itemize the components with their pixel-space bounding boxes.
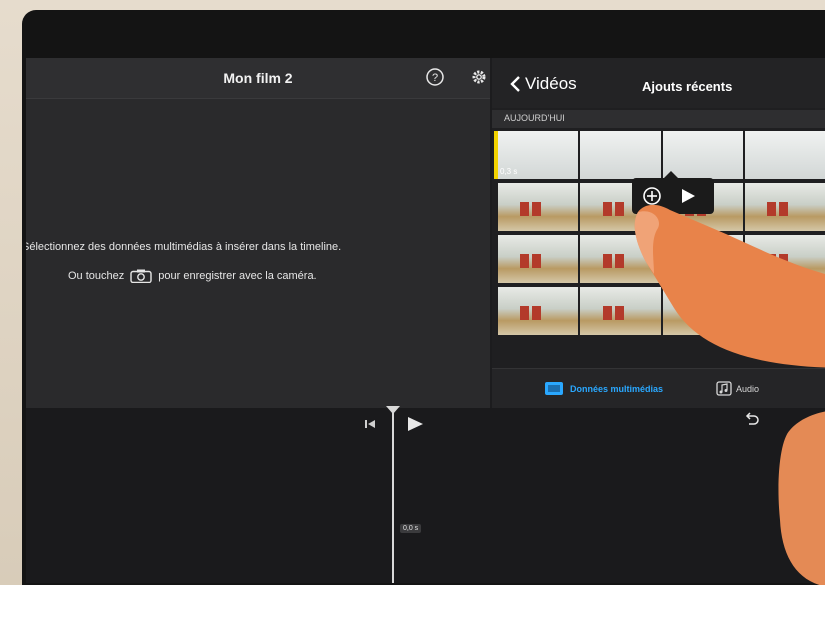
clip-thumbnail[interactable] [744,131,825,179]
clip-thumbnail[interactable] [498,235,579,283]
project-title: Mon film 2 [223,70,293,86]
photo-background: Mon film 2 ? Sélectionnez des données mu… [0,0,825,585]
back-button[interactable]: Vidéos [510,74,577,94]
clip-thumbnail[interactable] [498,287,579,335]
browser-header: Vidéos Ajouts récents [492,58,825,108]
skip-back-icon[interactable] [364,418,376,430]
browser-title: Ajouts récents [642,79,733,94]
browser-tab-bar: Données multimédias Audio [492,368,825,409]
timeline[interactable]: 0,0 s [26,406,825,583]
undo-icon[interactable] [744,412,760,426]
back-label: Vidéos [525,74,577,93]
instruction-prefix: Ou touchez [68,270,125,282]
clip-duration: 0,3 s [500,167,518,176]
svg-text:?: ? [432,72,438,84]
media-icon [545,382,563,395]
camera-instruction: Ou touchez pour enregistrer avec la camé… [68,269,317,283]
clip-thumbnail[interactable]: 0,3 s [498,131,579,179]
clip-row[interactable]: 0,3 s [494,131,825,179]
audio-icon [716,381,732,396]
playhead-line[interactable] [392,408,394,583]
selection-marker [494,131,498,179]
tab-media[interactable]: Données multimédias [544,381,663,396]
help-icon[interactable]: ? [426,68,444,86]
tab-audio-label: Audio [736,383,760,394]
preview-panel: Mon film 2 ? Sélectionnez des données mu… [26,58,490,408]
second-finger [778,411,825,585]
playhead-time: 0,0 s [400,524,422,533]
popup-arrow [664,171,678,178]
clip-thumbnail[interactable] [498,183,579,231]
gear-icon[interactable] [470,68,488,86]
section-label: AUJOURD'HUI [504,113,565,123]
play-icon[interactable] [406,416,424,432]
instruction-suffix: pour enregistrer avec la caméra. [158,270,317,282]
instruction-text: Sélectionnez des données multimédias à i… [26,241,342,253]
clip-thumbnail[interactable] [580,131,661,179]
tab-audio[interactable]: Audio [716,381,759,396]
tab-media-label: Données multimédias [570,383,664,394]
pointing-finger [634,205,825,368]
playhead-marker [386,406,400,414]
section-header: AUJOURD'HUI [492,110,825,128]
chevron-left-icon [510,76,520,92]
project-header: Mon film 2 ? [26,58,490,99]
camera-icon[interactable] [130,269,152,283]
